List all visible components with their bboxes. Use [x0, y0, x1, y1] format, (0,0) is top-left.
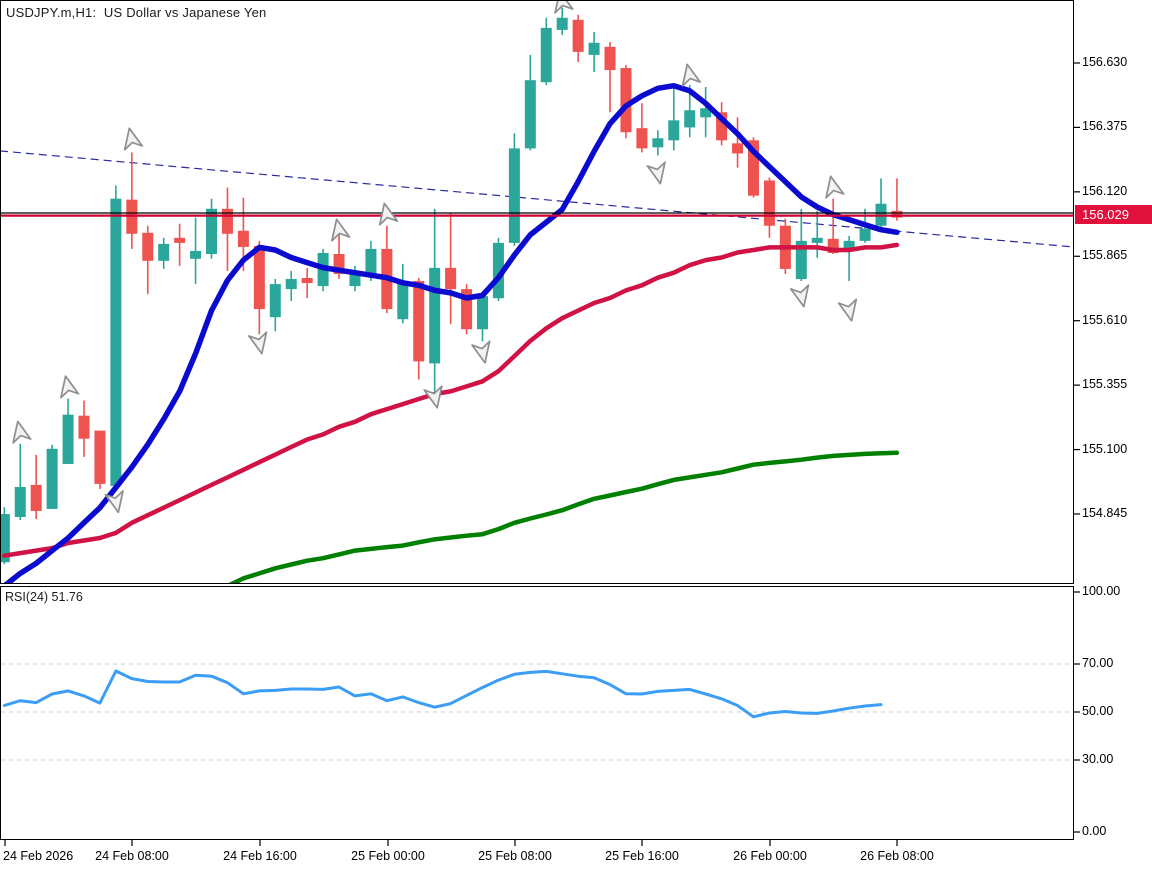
bear-candle-body [94, 431, 105, 484]
bull-candle-body [509, 148, 520, 242]
fractal-up-arrow-icon [678, 63, 700, 86]
bull-candle-body [860, 229, 871, 241]
chart-canvas[interactable] [0, 0, 1152, 870]
bear-candle-body [605, 47, 616, 70]
slow-ma-green-line [228, 453, 897, 586]
rsi-indicator-label: RSI(24) 51.76 [5, 590, 83, 604]
price-tick-label: 154.845 [1082, 506, 1127, 520]
bull-candle-body [684, 110, 695, 127]
bull-candle-body [286, 279, 297, 289]
bull-candle-body [429, 268, 440, 364]
current-price-tag: 156.029 [1075, 205, 1152, 224]
rsi-tick-label: 100.00 [1082, 584, 1120, 598]
fractal-up-arrow-icon [57, 374, 79, 397]
fractal-down-arrow-icon [791, 285, 813, 308]
bear-candle-body [174, 238, 185, 243]
time-tick-label: 24 Feb 2026 [3, 849, 73, 863]
rsi-tick-label: 70.00 [1082, 656, 1113, 670]
bull-candle-body [541, 28, 552, 82]
bull-candle-body [525, 80, 536, 148]
rsi-tick-label: 30.00 [1082, 752, 1113, 766]
time-tick-label: 26 Feb 08:00 [860, 849, 934, 863]
bull-candle-body [47, 449, 58, 509]
price-tick-label: 155.355 [1082, 377, 1127, 391]
fractal-down-arrow-icon [839, 299, 861, 322]
bear-candle-body [413, 281, 424, 361]
bull-candle-body [668, 120, 679, 140]
bear-candle-body [573, 20, 584, 52]
fractal-up-arrow-icon [121, 126, 143, 149]
time-tick-label: 24 Feb 16:00 [223, 849, 297, 863]
bull-candle-body [15, 487, 26, 517]
fractal-up-arrow-icon [9, 420, 31, 443]
chart-symbol-title: USDJPY.m,H1: US Dollar vs Japanese Yen [6, 5, 266, 20]
rsi-line [4, 671, 881, 717]
fractal-down-arrow-icon [647, 162, 669, 185]
fast-ma-blue-line [4, 86, 897, 586]
bear-candle-body [764, 180, 775, 225]
price-tick-label: 155.610 [1082, 313, 1127, 327]
bear-candle-body [254, 246, 265, 309]
bear-candle-body [79, 416, 90, 439]
price-tick-label: 155.100 [1082, 442, 1127, 456]
time-tick-label: 24 Feb 08:00 [95, 849, 169, 863]
bull-candle-body [812, 238, 823, 243]
trading-chart-window: USDJPY.m,H1: US Dollar vs Japanese Yen R… [0, 0, 1152, 870]
bull-candle-body [652, 138, 663, 147]
rsi-panel[interactable] [1, 664, 1073, 760]
time-tick-label: 25 Feb 08:00 [478, 849, 552, 863]
bear-candle-body [302, 278, 313, 283]
fractal-down-arrow-icon [472, 341, 494, 364]
bull-candle-body [270, 284, 281, 317]
bull-candle-body [397, 283, 408, 319]
time-tick-label: 25 Feb 00:00 [351, 849, 425, 863]
price-tick-label: 156.120 [1082, 184, 1127, 198]
bull-candle-body [63, 415, 74, 464]
bull-candle-body [110, 199, 121, 486]
bear-candle-body [238, 231, 249, 247]
bear-candle-body [31, 485, 42, 511]
bull-candle-body [589, 43, 600, 55]
bull-candle-body [557, 18, 568, 30]
bull-candle-body [477, 296, 488, 329]
main-panel[interactable] [0, 0, 1073, 586]
bear-candle-body [732, 143, 743, 153]
time-tick-label: 26 Feb 00:00 [733, 849, 807, 863]
price-tick-label: 156.375 [1082, 119, 1127, 133]
fractal-up-arrow-icon [822, 174, 844, 197]
bear-candle-body [142, 233, 153, 261]
rsi-tick-label: 50.00 [1082, 704, 1113, 718]
rsi-tick-label: 0.00 [1082, 824, 1106, 838]
price-tick-label: 155.865 [1082, 248, 1127, 262]
time-tick-label: 25 Feb 16:00 [605, 849, 679, 863]
bear-candle-body [445, 268, 456, 289]
bear-candle-body [636, 128, 647, 148]
price-tick-label: 156.630 [1082, 55, 1127, 69]
bull-candle-body [190, 251, 201, 259]
bear-candle-body [620, 68, 631, 132]
bull-candle-body [158, 244, 169, 261]
fractal-down-arrow-icon [249, 332, 271, 355]
main-panel-border [1, 1, 1074, 584]
rsi-panel-border [1, 587, 1074, 840]
